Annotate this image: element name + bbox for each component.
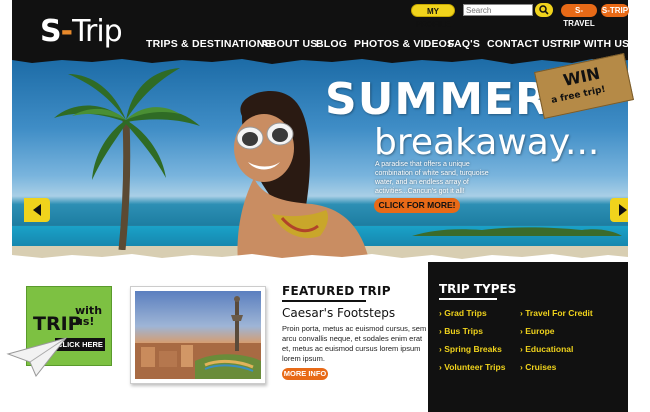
- hero-banner: SUMMER breakaway... A paradise that offe…: [12, 56, 628, 262]
- trip-types-heading: TRIP TYPES: [439, 282, 517, 296]
- trip-types-underline: [439, 298, 497, 300]
- logo-trip: Trip: [72, 14, 123, 49]
- slider-next-button[interactable]: [610, 198, 628, 222]
- featured-trip-photo[interactable]: [130, 286, 266, 384]
- trip-type-travel-for-credit[interactable]: › Travel For Credit: [520, 308, 593, 318]
- trip-type-label: Educational: [525, 344, 574, 354]
- trip-type-label: Spring Breaks: [444, 344, 502, 354]
- hero-description: A paradise that offers a unique combinat…: [375, 161, 489, 195]
- my-profile-button[interactable]: MY PROFILE: [411, 4, 455, 29]
- trip-types-panel: TRIP TYPES › Grad Trips › Travel For Cre…: [428, 262, 628, 412]
- arrow-left-icon: [33, 204, 41, 216]
- win-tag-subtitle: a free trip!: [550, 84, 607, 106]
- nav-blog[interactable]: BLOG: [316, 38, 347, 50]
- nav-photos-videos[interactable]: PHOTOS & VIDEOS: [354, 38, 454, 50]
- search-icon: [539, 5, 549, 15]
- trip-type-educational[interactable]: › Educational: [520, 344, 573, 354]
- trip-type-volunteer-trips[interactable]: › Volunteer Trips: [439, 362, 505, 372]
- search-button[interactable]: [535, 3, 553, 17]
- trip-type-label: Grad Trips: [444, 308, 487, 318]
- trip-type-europe[interactable]: › Europe: [520, 326, 554, 336]
- more-info-button[interactable]: MORE INFO: [282, 368, 328, 380]
- trip-type-spring-breaks[interactable]: › Spring Breaks: [439, 344, 502, 354]
- featured-trip-title[interactable]: Caesar's Footsteps: [282, 306, 395, 320]
- trip-type-cruises[interactable]: › Cruises: [520, 362, 556, 372]
- arrow-right-icon: [619, 204, 627, 216]
- cityscape-image: [135, 296, 261, 379]
- slider-prev-button[interactable]: [24, 198, 50, 222]
- s-trip-link[interactable]: S-TRIP: [601, 4, 629, 17]
- s-travel-link[interactable]: S-TRAVEL: [561, 4, 597, 28]
- site-logo[interactable]: S-Trip: [40, 14, 123, 49]
- torn-edge-bottom: [12, 254, 628, 262]
- promo-us-line: us!: [75, 315, 95, 328]
- trip-type-label: Bus Trips: [444, 326, 483, 336]
- trip-type-grad-trips[interactable]: › Grad Trips: [439, 308, 487, 318]
- nav-faqs[interactable]: FAQ'S: [448, 38, 480, 50]
- nav-trips-destinations[interactable]: TRIPS & DESTINATIONS: [146, 38, 272, 50]
- barcelona-photo: [135, 291, 261, 379]
- hero-headline: SUMMER: [325, 74, 550, 125]
- trip-type-label: Travel For Credit: [525, 308, 593, 318]
- promo-with-us-text: with us!: [75, 305, 102, 327]
- logo-dash: -: [60, 14, 73, 49]
- paper-plane-icon: [6, 337, 68, 377]
- logo-s: S: [40, 14, 62, 49]
- site-header: S-Trip MY PROFILE S-TRAVEL S-TRIP TRIPS …: [12, 0, 629, 62]
- nav-about-us[interactable]: ABOUT US: [261, 38, 317, 50]
- nav-contact-us[interactable]: CONTACT US: [487, 38, 557, 50]
- trip-type-bus-trips[interactable]: › Bus Trips: [439, 326, 483, 336]
- featured-trip-heading: FEATURED TRIP: [282, 284, 391, 298]
- nav-trip-with-us[interactable]: TRIP WITH US: [556, 38, 629, 50]
- click-for-more-button[interactable]: CLICK FOR MORE!: [374, 198, 460, 213]
- trip-type-label: Volunteer Trips: [444, 362, 506, 372]
- featured-heading-underline: [282, 300, 366, 302]
- island-image: [412, 227, 622, 236]
- featured-trip-description: Proin porta, metus ac euismod cursus, se…: [282, 324, 427, 363]
- palm-tree-image: [54, 68, 200, 250]
- search-input[interactable]: [463, 4, 533, 16]
- hero-subheadline: breakaway...: [374, 122, 600, 163]
- trip-type-label: Europe: [525, 326, 555, 336]
- trip-type-label: Cruises: [525, 362, 557, 372]
